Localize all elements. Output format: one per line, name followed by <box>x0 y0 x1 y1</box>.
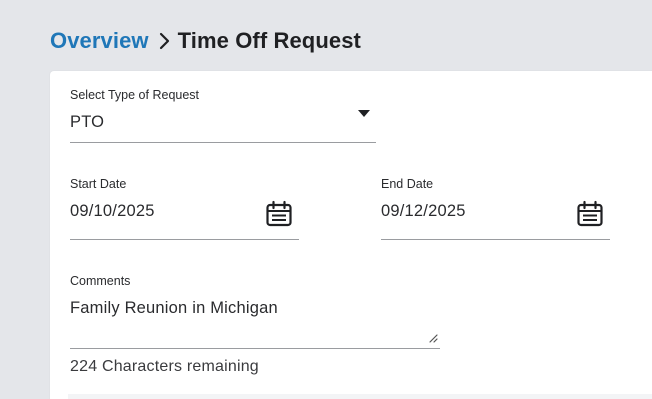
request-type-select[interactable]: PTO <box>70 113 104 132</box>
caret-down-icon[interactable] <box>358 110 370 117</box>
footer-strip <box>68 394 652 399</box>
calendar-icon[interactable] <box>265 200 293 233</box>
resize-handle-icon[interactable] <box>427 331 439 349</box>
request-type-label: Select Type of Request <box>70 88 200 102</box>
comments-underline <box>70 348 440 349</box>
comments-textarea[interactable]: Family Reunion in Michigan <box>70 299 278 318</box>
end-date-label: End Date <box>381 177 434 191</box>
request-type-underline <box>70 142 376 143</box>
end-date-underline <box>381 239 610 240</box>
characters-remaining-text: 224 Characters remaining <box>70 358 259 375</box>
page-title: Time Off Request <box>177 28 361 53</box>
comments-label: Comments <box>70 274 131 288</box>
request-form-card: Select Type of Request PTO Start Date 09… <box>50 71 652 399</box>
start-date-input[interactable]: 09/10/2025 <box>70 202 155 221</box>
calendar-icon[interactable] <box>576 200 604 233</box>
chevron-right-icon <box>159 32 171 50</box>
time-off-request-page: Overview Time Off Request Select Type of… <box>0 0 652 399</box>
breadcrumb: Overview Time Off Request <box>50 28 361 54</box>
start-date-underline <box>70 239 299 240</box>
breadcrumb-overview-link[interactable]: Overview <box>50 28 149 54</box>
start-date-label: Start Date <box>70 177 127 191</box>
end-date-input[interactable]: 09/12/2025 <box>381 202 466 221</box>
